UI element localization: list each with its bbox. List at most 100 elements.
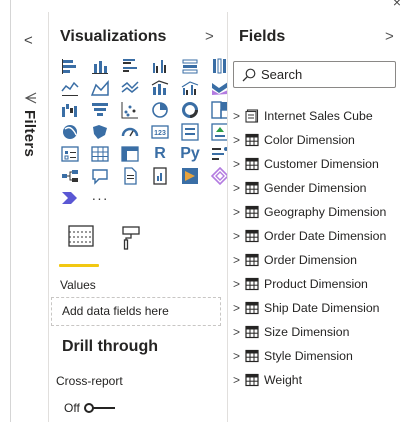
table-visual-icon[interactable] [89,144,111,164]
visualizations-title: Visualizations [60,28,167,45]
table-icon [245,277,259,291]
map-icon[interactable] [59,122,81,142]
field-item-geography-dimension[interactable]: > Geography Dimension [233,200,405,224]
left-edge [0,0,10,422]
table-icon [245,325,259,339]
field-item-product-dimension[interactable]: > Product Dimension [233,272,405,296]
filters-label[interactable]: Filters [21,110,38,157]
field-item-label: Internet Sales Cube [264,109,373,123]
funnel-chart-icon[interactable] [89,100,111,120]
field-item-size-dimension[interactable]: > Size Dimension [233,320,405,344]
field-item-style-dimension[interactable]: > Style Dimension [233,344,405,368]
table-icon [245,229,259,243]
field-item-label: Customer Dimension [264,157,379,171]
values-label: Values [60,278,96,292]
python-visual-icon[interactable]: Py [179,144,201,164]
values-drop-zone[interactable]: Add data fields here [51,297,221,326]
card-icon[interactable]: 123 [149,122,171,142]
chevron-right-icon[interactable]: > [233,349,243,363]
gauge-icon[interactable] [119,122,141,142]
area-chart-icon[interactable] [89,78,111,98]
waterfall-chart-icon[interactable] [59,100,81,120]
chevron-right-icon[interactable]: > [233,277,243,291]
cube-icon [245,109,259,123]
chevron-right-icon[interactable]: > [205,28,214,45]
field-item-label: Size Dimension [264,325,350,339]
chevron-right-icon[interactable]: > [233,181,243,195]
field-item-label: Color Dimension [264,133,355,147]
search-input[interactable]: Search [233,61,396,88]
field-item-customer-dimension[interactable]: > Customer Dimension [233,152,405,176]
clustered-bar-chart-icon[interactable] [119,56,141,76]
smart-narrative-icon[interactable] [119,166,141,186]
drill-through-title: Drill through [62,338,158,355]
chevron-right-icon[interactable]: > [233,157,243,171]
chevron-right-icon[interactable]: > [233,133,243,147]
stacked-bar-chart-icon[interactable] [59,56,81,76]
100-stacked-bar-chart-icon[interactable] [179,56,201,76]
visual-gallery: 123 R Py ··· [59,56,231,208]
line-and-clustered-column-chart-icon[interactable] [179,78,201,98]
field-item-weight[interactable]: > Weight [233,368,405,392]
toggle-track [92,407,115,409]
toggle-state-label: Off [64,401,80,415]
toggle-switch[interactable] [83,402,116,414]
table-icon [245,157,259,171]
cross-report-label: Cross-report [56,374,123,388]
pie-chart-icon[interactable] [149,100,171,120]
slicer-icon[interactable] [59,144,81,164]
chevron-right-icon[interactable]: > [385,28,394,45]
line-and-stacked-column-chart-icon[interactable] [149,78,171,98]
donut-chart-icon[interactable] [179,100,201,120]
chevron-right-icon[interactable]: > [233,325,243,339]
chevron-right-icon[interactable]: > [233,229,243,243]
scatter-chart-icon[interactable] [119,100,141,120]
chevron-right-icon[interactable]: > [233,109,243,123]
fields-pane: Fields > Search > Internet Sales Cube > … [228,12,407,422]
multi-row-card-icon[interactable] [179,122,201,142]
fields-title: Fields [239,28,286,45]
clustered-column-chart-icon[interactable] [149,56,171,76]
field-item-label: Weight [264,373,303,387]
field-item-label: Ship Date Dimension [264,301,380,315]
filled-map-icon[interactable] [89,122,111,142]
visualizations-pane: Visualizations > 123 R Py ··· Values Add… [49,12,229,422]
field-item-gender-dimension[interactable]: > Gender Dimension [233,176,405,200]
chevron-right-icon[interactable]: > [233,253,243,267]
build-tabs [59,222,219,267]
table-icon [245,301,259,315]
matrix-icon[interactable] [119,144,141,164]
active-tab-indicator [59,264,99,267]
close-icon[interactable]: × [393,0,401,9]
field-item-ship-date-dimension[interactable]: > Ship Date Dimension [233,296,405,320]
power-apps-icon[interactable] [179,166,201,186]
stacked-area-chart-icon[interactable] [119,78,141,98]
collapse-filters-button[interactable]: < [24,32,33,49]
power-automate-flow-icon[interactable] [59,188,81,208]
field-item-order-date-dimension[interactable]: > Order Date Dimension [233,224,405,248]
decomposition-tree-icon[interactable] [59,166,81,186]
table-icon [245,133,259,147]
table-icon [245,181,259,195]
qa-visual-icon[interactable] [89,166,111,186]
chevron-right-icon[interactable]: > [233,301,243,315]
line-chart-icon[interactable] [59,78,81,98]
field-item-label: Gender Dimension [264,181,367,195]
field-item-internet-sales-cube[interactable]: > Internet Sales Cube [233,104,405,128]
stacked-column-chart-icon[interactable] [89,56,111,76]
field-item-color-dimension[interactable]: > Color Dimension [233,128,405,152]
filters-pane: < Filters [11,12,48,422]
chevron-right-icon[interactable]: > [233,205,243,219]
chevron-right-icon[interactable]: > [233,373,243,387]
more-visuals-button[interactable]: ··· [89,188,111,208]
table-icon [245,205,259,219]
paginated-report-icon[interactable] [149,166,171,186]
format-paintbrush-icon[interactable] [117,224,145,252]
cross-report-toggle[interactable]: Off [64,401,116,415]
field-item-order-dimension[interactable]: > Order Dimension [233,248,405,272]
field-item-label: Style Dimension [264,349,353,363]
r-script-visual-icon[interactable]: R [149,144,171,164]
fields-tab-icon[interactable] [62,222,100,250]
field-item-label: Order Dimension [264,253,357,267]
table-icon [245,373,259,387]
